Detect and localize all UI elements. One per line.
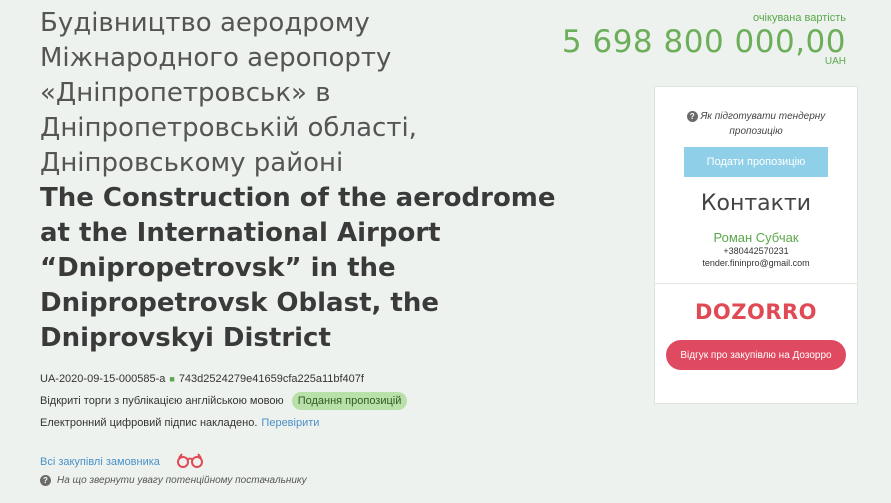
title-en-line: The Construction of the aerodrome	[40, 183, 556, 213]
contact-phone: +380442570231	[723, 246, 789, 256]
divider	[655, 283, 857, 284]
question-icon: ?	[40, 475, 51, 486]
title-ua-line: Міжнародного аеропорту	[40, 43, 392, 73]
tender-id-line: UA-2020-09-15-000585-a ■ 743d2524279e416…	[40, 368, 407, 390]
tender-title-en: The Construction of the aerodrome at the…	[40, 181, 600, 356]
price-value: 5 698 800 000,00	[561, 24, 846, 60]
title-en-line: “Dnipropetrovsk” in the	[40, 253, 396, 283]
supplier-notice[interactable]: ? На що звернути увагу потенційному пост…	[40, 475, 307, 486]
expected-price: очікувана вартість 5 698 800 000,00 UAH	[562, 12, 846, 67]
procedure-line: Відкриті торги з публікацією англійською…	[40, 390, 408, 412]
signature-line: Електронний цифровий підпис накладено. П…	[40, 412, 407, 434]
title-en-line: Dnipropetrovsk Oblast, the	[40, 288, 440, 318]
verify-link[interactable]: Перевірити	[261, 415, 319, 431]
contact-email[interactable]: tender.fininpro@gmail.com	[655, 257, 857, 269]
signature-text: Електронний цифровий підпис накладено.	[40, 417, 258, 429]
title-ua-line: «Дніпропетровськ» в	[40, 78, 331, 108]
question-icon: ?	[686, 111, 698, 122]
dozorro-logo: DOZORRO	[694, 300, 818, 324]
title-ua-line: Дніпровському районі	[40, 148, 344, 178]
dozorro-review-button[interactable]: Відгук про закупівлю на Дозорро	[666, 340, 846, 370]
howto-text: Як підготувати тендерну пропозицію	[700, 111, 826, 137]
supplier-notice-text: На що звернути увагу потенційному постач…	[57, 475, 307, 486]
all-tenders-link[interactable]: Всі закупівлі замовника	[40, 456, 160, 468]
title-ua-line: Дніпропетровській області,	[40, 113, 417, 143]
status-badge: Подання пропозицій	[291, 392, 408, 410]
tender-title-ua: Будівництво аеродрому Міжнародного аероп…	[40, 6, 600, 181]
submit-proposal-button[interactable]: Подати пропозицію	[684, 147, 828, 177]
contact-name: Роман Субчак	[713, 230, 799, 245]
price-label: очікувана вартість	[752, 12, 846, 24]
procedure-type: Відкриті торги з публікацією англійською…	[40, 395, 284, 407]
tender-meta: UA-2020-09-15-000585-a ■ 743d2524279e416…	[40, 368, 408, 434]
title-en-line: Dniprovskyi District	[40, 323, 331, 353]
howto-link[interactable]: ? Як підготувати тендерну пропозицію	[655, 109, 857, 139]
sidebar-card: ? Як підготувати тендерну пропозицію Под…	[654, 86, 858, 404]
all-tenders-row: Всі закупівлі замовника	[40, 452, 206, 471]
status-dot-icon: ■	[169, 374, 175, 384]
title-en-line: at the International Airport	[40, 218, 441, 248]
binoculars-icon[interactable]	[174, 452, 206, 471]
tender-hash: 743d2524279e41659cfa225a11bf407f	[178, 373, 364, 385]
tender-title-block: Будівництво аеродрому Міжнародного аероп…	[40, 6, 600, 356]
tender-id: UA-2020-09-15-000585-a	[40, 373, 166, 385]
title-ua-line: Будівництво аеродрому	[40, 8, 370, 38]
contacts-title: Контакти	[700, 191, 812, 216]
